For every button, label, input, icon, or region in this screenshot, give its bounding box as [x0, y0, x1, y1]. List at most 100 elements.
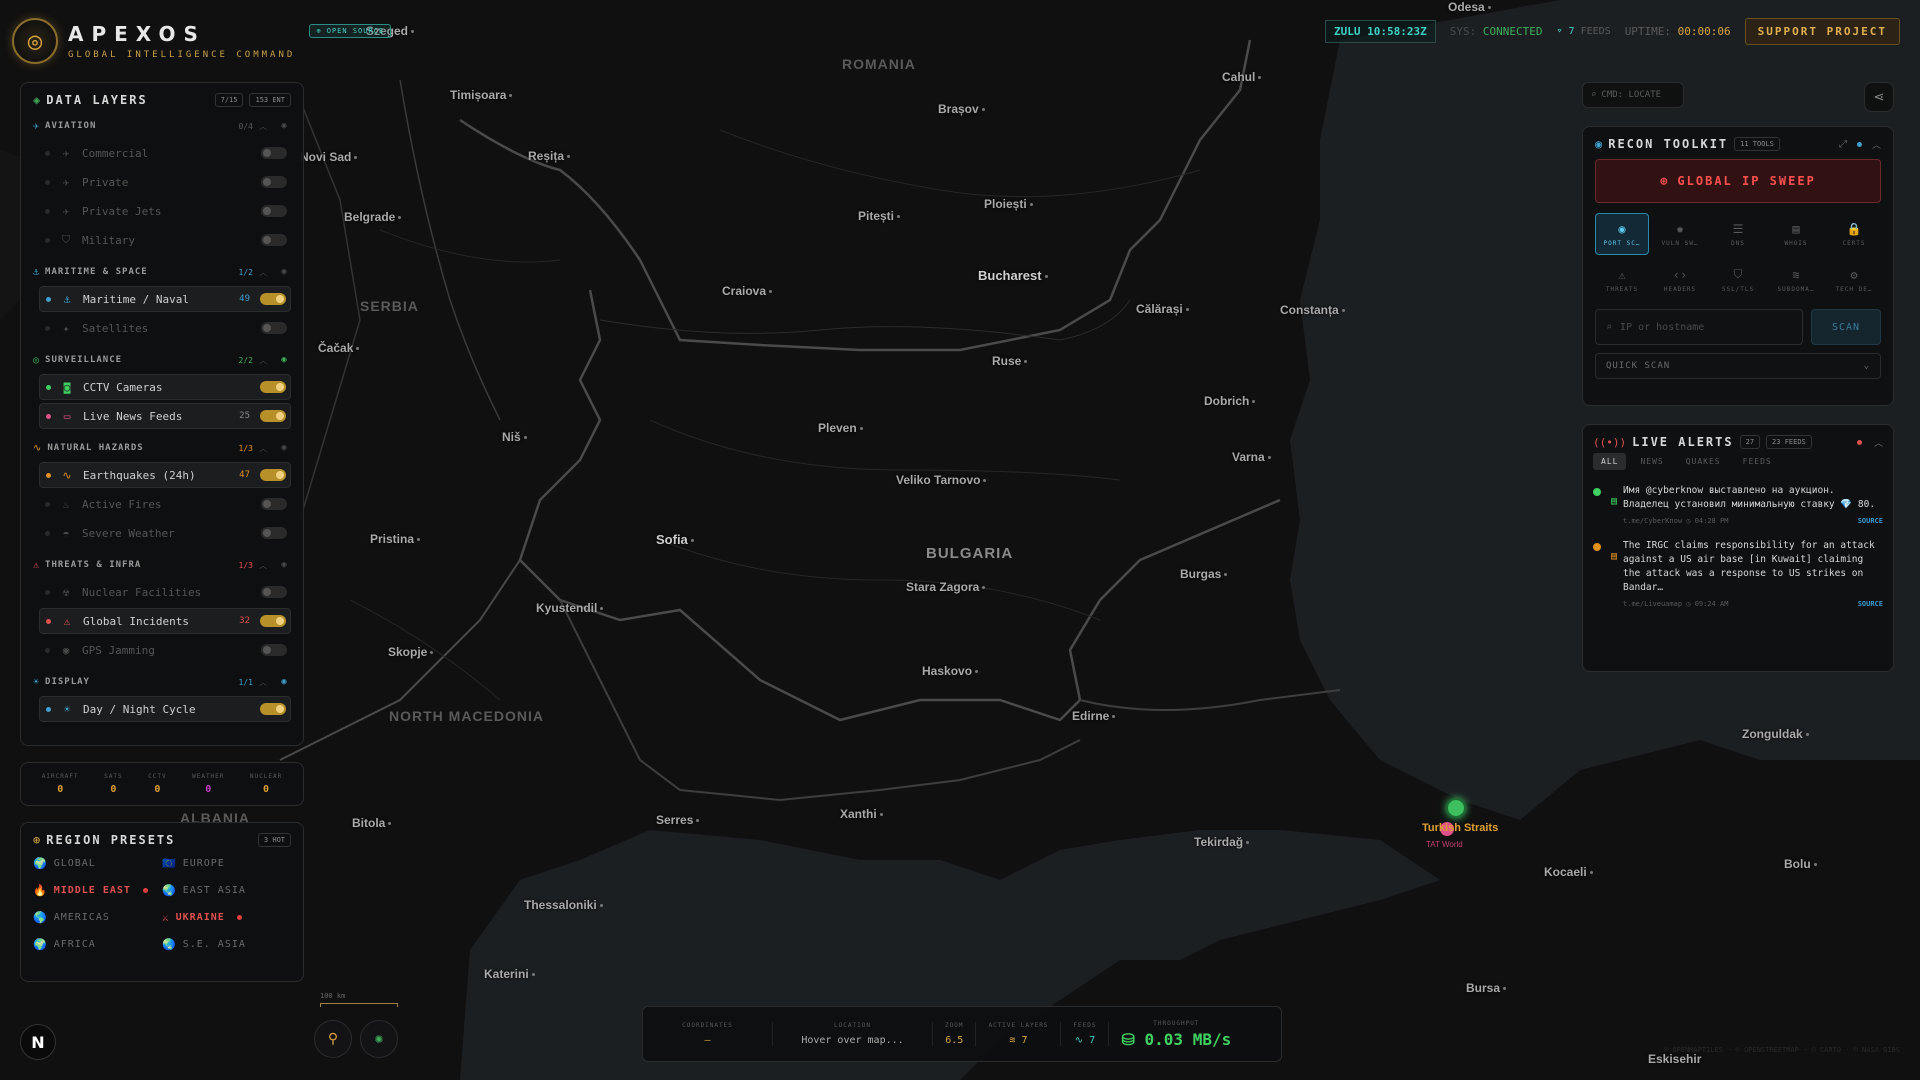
- locate-user-icon[interactable]: ⚲: [314, 1020, 352, 1058]
- layer-group-aviation[interactable]: ✈ AVIATION 0/4 ︿ ◉: [33, 115, 291, 137]
- tab-all[interactable]: ALL: [1593, 453, 1627, 470]
- region-preset-americas[interactable]: 🌎 AMERICAS: [33, 911, 162, 924]
- news-feed-marker[interactable]: [1446, 798, 1466, 818]
- country-label: SERBIA: [360, 298, 419, 314]
- layer-toggle[interactable]: [260, 381, 286, 393]
- layer-item[interactable]: ⛉ Military: [39, 227, 291, 253]
- region-icon: 🌎: [33, 911, 48, 924]
- chevron-up-icon[interactable]: ︿: [259, 443, 267, 454]
- source-link[interactable]: SOURCE: [1858, 517, 1883, 525]
- layer-item[interactable]: ∿ Earthquakes (24h) 47: [39, 462, 291, 488]
- recon-tool[interactable]: ⚙ TECH DE…: [1827, 259, 1881, 301]
- layer-toggle[interactable]: [261, 147, 287, 159]
- region-preset-east-asia[interactable]: 🌏 EAST ASIA: [162, 884, 291, 897]
- collapse-icon[interactable]: ︿: [1874, 436, 1883, 449]
- layer-toggle[interactable]: [261, 205, 287, 217]
- layer-group-threats-infra[interactable]: ⚠ THREATS & INFRA 1/3 ︿ ◉: [33, 554, 291, 576]
- region-preset-s-e-asia[interactable]: 🌏 S.E. ASIA: [162, 938, 291, 951]
- layer-item[interactable]: ⚠ Global Incidents 32: [39, 608, 291, 634]
- eye-icon[interactable]: ◉: [277, 121, 291, 131]
- open-source-badge[interactable]: ⊕ OPEN SOURCE: [309, 24, 392, 38]
- eye-icon[interactable]: ◉: [277, 560, 291, 570]
- layer-item[interactable]: ☀ Day / Night Cycle: [39, 696, 291, 722]
- collapse-icon[interactable]: ︿: [1872, 138, 1881, 151]
- layer-toggle[interactable]: [260, 703, 286, 715]
- region-label: AMERICAS: [53, 912, 110, 923]
- layer-toggle[interactable]: [261, 322, 287, 334]
- layer-toggle[interactable]: [261, 586, 287, 598]
- recon-tool[interactable]: ≋ SUBDOMA…: [1769, 259, 1823, 301]
- layer-item[interactable]: ✈ Private Jets: [39, 198, 291, 224]
- tab-quakes[interactable]: QUAKES: [1678, 453, 1729, 470]
- layer-item[interactable]: ✦ Satellites: [39, 315, 291, 341]
- layer-toggle[interactable]: [260, 615, 286, 627]
- recon-tool[interactable]: ☰ DNS: [1711, 213, 1765, 255]
- region-preset-africa[interactable]: 🌍 AFRICA: [33, 938, 162, 951]
- layer-toggle[interactable]: [261, 644, 287, 656]
- eye-icon[interactable]: ◉: [277, 443, 291, 453]
- tab-news[interactable]: NEWS: [1632, 453, 1671, 470]
- scan-button[interactable]: SCAN: [1811, 309, 1881, 345]
- alert-severity-dot: [1593, 543, 1601, 551]
- layer-toggle[interactable]: [260, 293, 286, 305]
- layer-toggle[interactable]: [261, 498, 287, 510]
- layer-toggle[interactable]: [261, 527, 287, 539]
- recon-tool[interactable]: ⚠ THREATS: [1595, 259, 1649, 301]
- layer-toggle[interactable]: [261, 176, 287, 188]
- layer-item[interactable]: ⚓ Maritime / Naval 49: [39, 286, 291, 312]
- region-preset-global[interactable]: 🌍 GLOBAL: [33, 857, 162, 870]
- layer-toggle[interactable]: [260, 410, 286, 422]
- layer-item[interactable]: ✈ Commercial: [39, 140, 291, 166]
- tab-feeds[interactable]: FEEDS: [1735, 453, 1780, 470]
- eye-icon[interactable]: ◉: [277, 677, 291, 687]
- status-dot: [46, 384, 51, 390]
- share-icon[interactable]: ⋖: [1864, 82, 1894, 112]
- status-dot: [45, 501, 50, 507]
- alert-item[interactable]: ▤ Имя @cyberknow выставлено на аукцион. …: [1593, 484, 1883, 525]
- north-compass-button[interactable]: N: [20, 1024, 56, 1060]
- recon-tool[interactable]: 🔒 CERTS: [1827, 213, 1881, 255]
- chevron-up-icon[interactable]: ︿: [259, 560, 267, 571]
- ip-input[interactable]: ⌕ IP or hostname: [1595, 309, 1803, 345]
- alert-item[interactable]: ▤ The IRGC claims responsibility for an …: [1593, 539, 1883, 608]
- global-ip-sweep-button[interactable]: ⊕ GLOBAL IP SWEEP: [1595, 159, 1881, 203]
- layer-group-maritime-space[interactable]: ⚓ MARITIME & SPACE 1/2 ︿ ◉: [33, 261, 291, 283]
- recon-tool[interactable]: ⛉ SSL/TLS: [1711, 259, 1765, 301]
- layer-group-natural-hazards[interactable]: ∿ NATURAL HAZARDS 1/3 ︿ ◉: [33, 437, 291, 459]
- region-preset-europe[interactable]: 🇪🇺 EUROPE: [162, 857, 291, 870]
- eye-icon[interactable]: ◉: [277, 267, 291, 277]
- source-link[interactable]: SOURCE: [1858, 600, 1883, 608]
- layer-item[interactable]: ✈ Private: [39, 169, 291, 195]
- eye-icon[interactable]: ◉: [277, 355, 291, 365]
- layer-toggle[interactable]: [261, 234, 287, 246]
- layer-group-display[interactable]: ☀ DISPLAY 1/1 ︿ ◉: [33, 671, 291, 693]
- region-preset-middle-east[interactable]: 🔥 MIDDLE EAST: [33, 884, 162, 897]
- region-preset-ukraine[interactable]: ⚔ UKRAINE: [162, 911, 291, 924]
- recon-tool[interactable]: ◉ PORT SC…: [1595, 213, 1649, 255]
- layer-item[interactable]: ▭ Live News Feeds 25: [39, 403, 291, 429]
- chevron-up-icon[interactable]: ︿: [259, 677, 267, 688]
- layer-item[interactable]: ♨ Active Fires: [39, 491, 291, 517]
- recon-tool[interactable]: ‹› HEADERS: [1653, 259, 1707, 301]
- quick-scan-select[interactable]: QUICK SCAN ⌄: [1595, 353, 1881, 379]
- satellite-icon[interactable]: ✺: [360, 1020, 398, 1058]
- command-search[interactable]: ⌕ CMD: LOCATE: [1582, 82, 1684, 108]
- layer-item[interactable]: ◉ GPS Jamming: [39, 637, 291, 663]
- tool-label: WHOIS: [1784, 239, 1808, 247]
- layer-item[interactable]: ☢ Nuclear Facilities: [39, 579, 291, 605]
- layer-toggle[interactable]: [260, 469, 286, 481]
- layer-item[interactable]: ☂ Severe Weather: [39, 520, 291, 546]
- chevron-up-icon[interactable]: ︿: [259, 355, 267, 366]
- layer-group-surveillance[interactable]: ◎ SURVEILLANCE 2/2 ︿ ◉: [33, 349, 291, 371]
- chevron-up-icon[interactable]: ︿: [259, 267, 267, 278]
- support-project-button[interactable]: SUPPORT PROJECT: [1744, 18, 1900, 45]
- expand-icon[interactable]: ⤢: [1839, 139, 1847, 150]
- recon-tool[interactable]: ▤ WHOIS: [1769, 213, 1823, 255]
- recon-tool[interactable]: ✹ VULN SW…: [1653, 213, 1707, 255]
- command-placeholder: CMD: LOCATE: [1601, 90, 1662, 100]
- chevron-up-icon[interactable]: ︿: [259, 121, 267, 132]
- region-icon: 🌍: [33, 857, 48, 870]
- region-label: GLOBAL: [53, 858, 96, 869]
- data-layers-title: DATA LAYERS: [46, 93, 148, 107]
- layer-item[interactable]: ◙ CCTV Cameras: [39, 374, 291, 400]
